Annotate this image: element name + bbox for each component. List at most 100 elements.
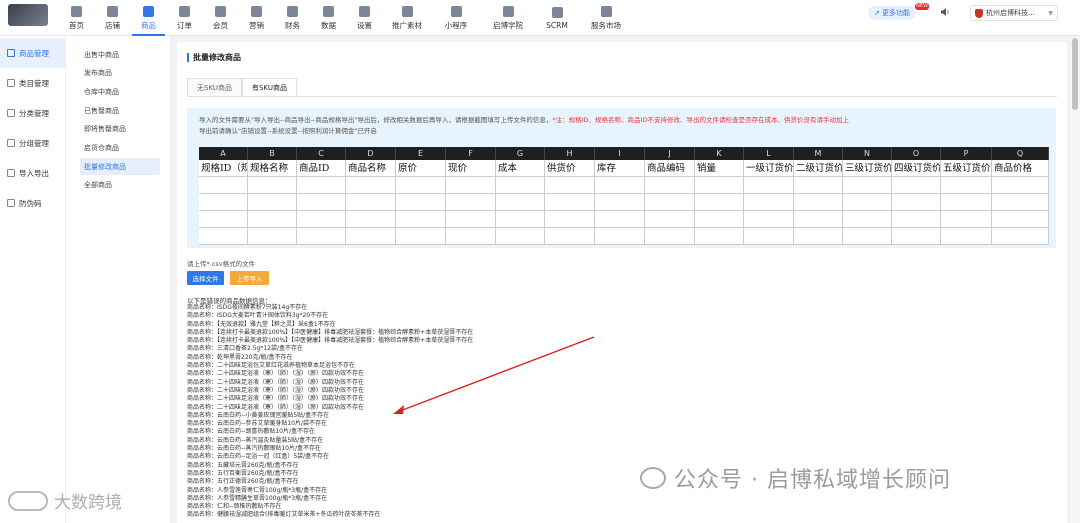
shop-selector[interactable]: 杭州启博科技... ▼ [970,5,1058,21]
upload-format-note: 请上传*.csv格式的文件 [187,260,256,268]
wechat-watermark: 公众号 · 启博私域增长顾问 [640,462,951,494]
nav-item-11[interactable]: 启博学院 [482,0,534,36]
scrollbar-thumb[interactable] [1072,38,1078,110]
more-features-button[interactable]: ➚ 更多功能 [868,6,916,20]
sidebar-item-label: 防伪码 [19,198,42,208]
shield-icon [975,8,983,18]
miniapp-icon [450,5,462,17]
upload-import-button[interactable]: 上传导入 [230,271,269,285]
nav-item-label: 财务 [285,20,300,30]
error-item-prefix: 商品名称： [187,461,218,469]
order-icon [179,5,190,17]
error-item-text: 二十四味足浴液（寒）（肺）（湿）（瘀）四款功效不存在 [217,403,365,411]
excel-empty-cell [794,211,843,228]
excel-empty-cell [396,194,446,211]
subnav-item-5[interactable]: 启货仓商品 [80,139,160,156]
nav-item-9[interactable]: 推广素材 [384,0,430,36]
subnav-item-6[interactable]: 批量修改商品 [80,158,160,176]
sidebar-item-label: 分类管理 [19,108,49,118]
excel-empty-cell [545,228,595,245]
excel-empty-cell [645,177,695,194]
sidebar-item-0[interactable]: 商品管理 [0,38,65,68]
error-item: 商品名称：二十四味足浴液（寒）（肺）（湿）（瘀）四款功效不存在 [187,370,473,378]
excel-header-cell: 商品编码 [645,160,695,177]
nav-item-5[interactable]: 营销 [240,0,273,36]
main-nav: 首页 店铺 商品 订单 会员 营销 财务 数据 设置 推广素材 小程序 启博学院 SCRM 服务市场 [60,0,635,36]
speaker-icon[interactable] [940,7,950,17]
excel-empty-cell [446,194,496,211]
excel-empty-cell [396,211,446,228]
nav-item-label: 商品 [141,20,156,30]
sidebar-item-5[interactable]: 防伪码 [0,188,65,218]
sidebar-item-label: 分组管理 [19,138,49,148]
nav-item-8[interactable]: 设置 [348,0,381,36]
nav-item-7[interactable]: 数据 [312,0,345,36]
error-item-text: 二十四味足浴液（寒）（肺）（湿）（瘀）四款功效不存在 [217,395,365,403]
tab-0[interactable]: 无SKU商品 [187,78,242,97]
sidebar-item-1[interactable]: 类目管理 [0,68,65,98]
excel-empty-cell [744,211,794,228]
error-item-prefix: 商品名称： [187,486,218,494]
error-item: 商品名称：二十四味足浴液（寒）（肺）（湿）（瘀）四款功效不存在 [187,395,473,403]
excel-empty-cell [595,194,645,211]
sidebar-item-4[interactable]: 导入导出 [0,158,65,188]
nav-item-1[interactable]: 店铺 [96,0,129,36]
error-item-text: 五藏培元膏260克/瓶/盒不存在 [217,461,299,469]
shop-logo[interactable] [8,4,48,26]
excel-empty-cell [645,211,695,228]
subnav-item-3[interactable]: 已售罄商品 [80,102,160,119]
new-badge: NEW [915,3,929,10]
excel-empty-cell [992,194,1049,211]
sidebar-item-3[interactable]: 分组管理 [0,128,65,158]
error-item: 商品名称：【连续打卡最美退款100%】【中医健康】排毒减肥祛湿套餐：植物综合酵素… [187,329,473,337]
error-item: 商品名称：云南白药--蒸汽温灸贴量装5贴/盒不存在 [187,437,473,445]
error-item-text: 人参雪精膳生草膏100g/瓶*3瓶/盒不存在 [217,494,328,502]
nav-item-6[interactable]: 财务 [276,0,309,36]
error-item-prefix: 商品名称： [187,428,218,436]
subnav-item-4[interactable]: 即将售罄商品 [80,121,160,138]
excel-header-cell: 现价 [446,160,496,177]
excel-empty-cell [843,177,892,194]
primary-sidebar: 商品管理 类目管理分类管理分组管理导入导出防伪码 [0,36,66,523]
nav-item-12[interactable]: SCRM [537,0,577,36]
choose-file-button[interactable]: 选择文件 [187,271,224,285]
excel-empty-cell [496,194,545,211]
error-item-text: 五行百衡膏260克/瓶/盒不存在 [217,469,299,477]
subnav-item-7[interactable]: 全部商品 [80,177,160,194]
excel-header-cell: 商品ID [297,160,346,177]
subnav-item-0[interactable]: 出售中商品 [80,46,160,63]
excel-empty-cell [794,194,843,211]
excel-header-cell: 一级订货价 [744,160,794,177]
nav-item-2[interactable]: 商品 [132,0,165,36]
error-item-text: 五行正德膏260克/瓶/盒不存在 [217,478,299,486]
subnav-item-2[interactable]: 仓库中商品 [80,83,160,100]
error-item-prefix: 商品名称： [187,469,218,477]
excel-empty-cell [744,228,794,245]
nav-item-0[interactable]: 首页 [60,0,93,36]
nav-item-label: 服务市场 [591,20,621,30]
error-item-text: 【连续打卡最美退款100%】【中医健康】排毒减肥祛湿套餐：植物综合酵素粉+本草茯… [217,328,474,336]
tab-1[interactable]: 有SKU商品 [241,78,297,97]
market-icon [600,5,612,17]
page-scrollbar[interactable] [1070,36,1080,523]
error-item-text: 【连续打卡最美退款100%】【中医健康】排毒减肥祛湿套餐：植物综合酵素粉+本草茯… [217,337,474,345]
excel-empty-row [199,211,1049,228]
error-item: 商品名称：云南白药--小黄姜玫瑰宫暖贴5贴/盒不存在 [187,412,473,420]
menu-item-icon [7,49,15,57]
nav-item-3[interactable]: 订单 [168,0,201,36]
excel-empty-cell [346,211,396,228]
nav-item-label: 推广素材 [392,20,422,30]
nav-item-10[interactable]: 小程序 [433,0,479,36]
data-icon [323,5,334,17]
nav-item-4[interactable]: 会员 [204,0,237,36]
excel-empty-cell [992,177,1049,194]
nav-item-13[interactable]: 服务市场 [580,0,632,36]
academy-icon [502,5,514,17]
excel-empty-cell [297,228,346,245]
error-item-prefix: 商品名称： [187,362,218,370]
menu-item-icon [7,79,15,87]
subnav-item-1[interactable]: 发布商品 [80,65,160,82]
error-item-prefix: 商品名称： [187,445,218,453]
sidebar-item-2[interactable]: 分类管理 [0,98,65,128]
excel-header-cell: 供货价 [545,160,595,177]
